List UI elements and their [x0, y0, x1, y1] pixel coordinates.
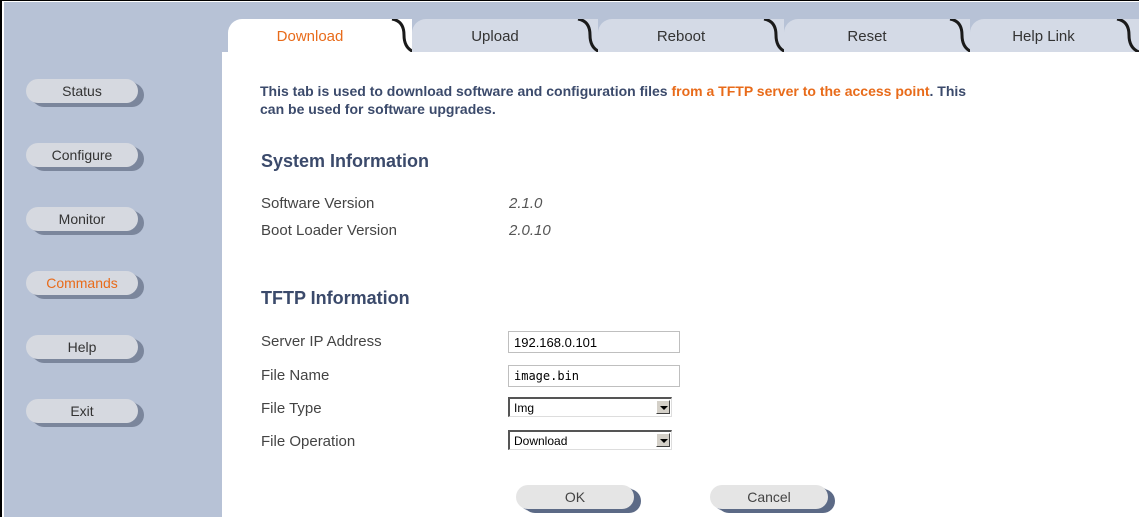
server-ip-label: Server IP Address [261, 333, 382, 350]
tab-help-link[interactable]: Help Link [970, 19, 1139, 52]
server-ip-input[interactable]: 192.168.0.101 [508, 331, 680, 353]
intro-highlight: from a TFTP server to the access point [671, 83, 930, 99]
sidebar-item-label: Help [67, 339, 97, 355]
boot-loader-version-label: Boot Loader Version [261, 222, 397, 239]
tab-label: Reset [847, 28, 887, 45]
sidebar-item-configure[interactable]: Configure [26, 143, 150, 173]
sidebar-item-label: Commands [46, 275, 118, 291]
tab-reset[interactable]: Reset [784, 19, 972, 52]
tab-download[interactable]: Download [228, 19, 414, 52]
tab-label: Upload [471, 28, 519, 45]
tab-reboot[interactable]: Reboot [598, 19, 786, 52]
sidebar-item-monitor[interactable]: Monitor [26, 207, 150, 237]
sidebar-item-label: Status [62, 83, 102, 99]
tftp-info-title: TFTP Information [261, 288, 410, 308]
file-type-label: File Type [261, 400, 322, 417]
tab-label: Download [276, 28, 344, 45]
cancel-button-label: Cancel [747, 489, 791, 505]
sidebar-item-help[interactable]: Help [26, 335, 150, 365]
chevron-down-icon[interactable] [656, 400, 670, 414]
main-panel: This tab is used to download software an… [222, 52, 1139, 517]
sidebar-item-label: Exit [70, 403, 94, 419]
tab-bar: Download Upload Reboot Reset Help Link [222, 2, 1139, 52]
sidebar-item-label: Monitor [58, 211, 106, 227]
tab-label: Help Link [1012, 28, 1075, 45]
intro-text: This tab is used to download software an… [260, 82, 980, 118]
boot-loader-version-value: 2.0.10 [509, 222, 551, 239]
file-type-value: Img [514, 401, 535, 415]
system-info-title: System Information [261, 151, 430, 171]
sidebar-item-commands[interactable]: Commands [26, 271, 150, 301]
sidebar-item-exit[interactable]: Exit [26, 399, 150, 429]
ok-button-label: OK [564, 489, 586, 505]
file-type-select[interactable]: Img [508, 397, 672, 417]
cancel-button[interactable]: Cancel [710, 485, 842, 515]
file-operation-value: Download [514, 434, 568, 448]
software-version-label: Software Version [261, 195, 375, 212]
intro-text-part: This tab is used to download software an… [260, 83, 672, 99]
tab-label: Reboot [656, 28, 706, 45]
sidebar-item-status[interactable]: Status [26, 79, 150, 109]
file-operation-select[interactable]: Download [508, 430, 672, 450]
software-version-value: 2.1.0 [509, 195, 543, 212]
app-frame: Status Configure Monitor Commands Help E… [0, 0, 1139, 517]
file-name-input[interactable]: image.bin [508, 365, 680, 387]
ok-button[interactable]: OK [516, 485, 648, 515]
sidebar-item-label: Configure [51, 147, 113, 163]
chevron-down-icon[interactable] [656, 433, 670, 447]
sidebar: Status Configure Monitor Commands Help E… [4, 2, 222, 517]
file-operation-label: File Operation [261, 433, 356, 450]
file-name-label: File Name [261, 367, 330, 384]
tab-upload[interactable]: Upload [412, 19, 600, 52]
